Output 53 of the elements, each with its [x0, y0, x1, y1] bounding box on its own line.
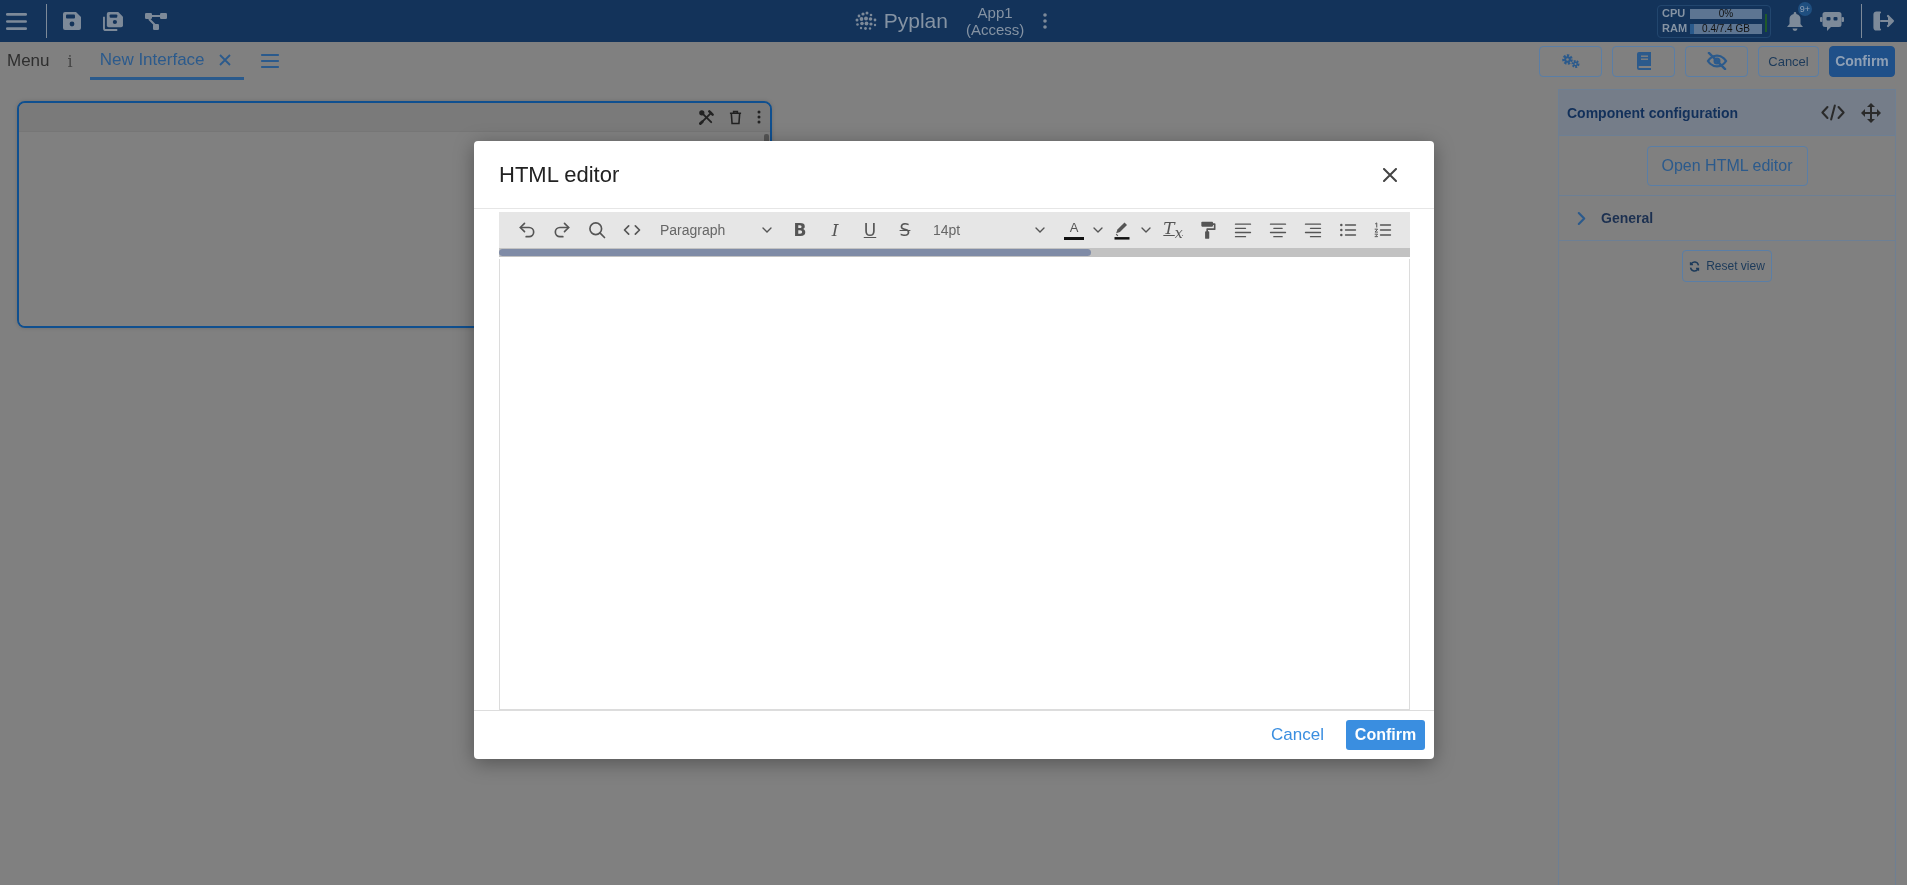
book-icon: [1636, 52, 1651, 70]
confirm-button[interactable]: Confirm: [1829, 45, 1895, 77]
brand-name: Pyplan: [883, 9, 948, 33]
italic-button[interactable]: I: [819, 215, 851, 245]
usage-reading: 0.4/7.4 GB: [1702, 23, 1750, 34]
open-html-editor-button[interactable]: Open HTML editor: [1646, 145, 1808, 186]
save-all-icon[interactable]: [103, 11, 123, 31]
more-icon[interactable]: [1043, 13, 1048, 29]
section-label: General: [1601, 210, 1654, 226]
trash-icon[interactable]: [729, 109, 742, 125]
info-button[interactable]: i: [67, 51, 73, 71]
color-swatch-icon: [1064, 236, 1084, 240]
underline-button[interactable]: U: [854, 215, 886, 245]
save-icon[interactable]: [63, 12, 81, 30]
reset-view-button[interactable]: Reset view: [1682, 250, 1772, 282]
usage-reading: 0%: [1718, 8, 1734, 19]
logo-icon: [853, 11, 878, 31]
code-icon[interactable]: [1821, 104, 1845, 121]
app-name: App1: [977, 4, 1013, 21]
block-format-dropdown[interactable]: Paragraph: [651, 215, 781, 245]
tab-label: New Interface: [99, 49, 205, 70]
robot-chat-icon[interactable]: [1820, 10, 1844, 32]
diagram-icon[interactable]: [145, 12, 167, 30]
move-icon[interactable]: [1861, 102, 1881, 123]
bell-icon[interactable]: [1786, 10, 1804, 32]
text-color-button[interactable]: A: [1061, 215, 1087, 245]
scrollbar-track[interactable]: [499, 248, 1410, 257]
logout-icon[interactable]: [1873, 11, 1895, 31]
font-size-dropdown[interactable]: 14pt: [924, 215, 1054, 245]
cancel-button[interactable]: Cancel: [1269, 720, 1326, 750]
cancel-button[interactable]: Cancel: [1758, 45, 1819, 77]
strikethrough-button[interactable]: S: [889, 215, 921, 245]
resource-label: CPU: [1662, 8, 1687, 19]
bold-button[interactable]: B: [784, 215, 816, 245]
notification-badge: 9+: [1798, 1, 1812, 16]
scrollbar-thumb[interactable]: [499, 249, 1092, 256]
status-line-icon: [1765, 14, 1767, 32]
app-mode: (Access): [965, 21, 1025, 38]
close-icon[interactable]: [1383, 167, 1397, 182]
more-icon[interactable]: [757, 110, 761, 124]
eye-off-icon: [1705, 52, 1728, 70]
refresh-icon: [1689, 260, 1701, 272]
interface-tab[interactable]: New Interface: [89, 42, 244, 80]
tools-icon[interactable]: [699, 109, 714, 125]
gears-icon: [1560, 53, 1581, 69]
confirm-button[interactable]: Confirm: [1346, 720, 1425, 750]
clear-format-button[interactable]: T$_{x}$: [1157, 215, 1189, 245]
menu-label[interactable]: Menu: [7, 51, 50, 71]
dialog-title: HTML editor: [499, 161, 621, 188]
section-header[interactable]: General: [1559, 196, 1895, 241]
menu-icon[interactable]: [6, 12, 27, 30]
panel-title: Component configuration: [1567, 104, 1740, 121]
resource-label: RAM: [1662, 23, 1687, 34]
